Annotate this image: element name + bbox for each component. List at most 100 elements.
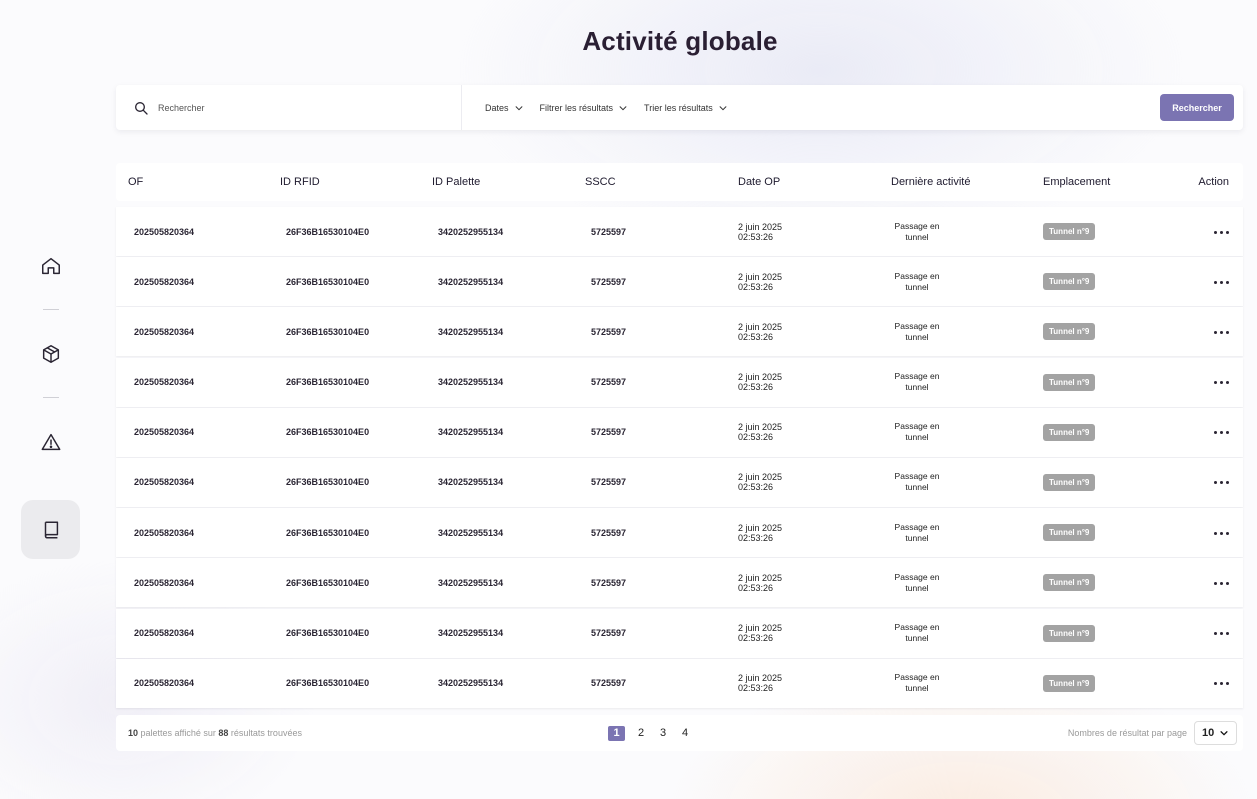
page-1[interactable]: 1	[608, 725, 625, 741]
cell-of: 202505820364	[134, 477, 195, 488]
cell-location: Tunnel n°9	[1031, 574, 1167, 592]
cell-activity: Passage en tunnel	[879, 572, 1031, 594]
column-header-activity[interactable]: Dernière activité	[879, 176, 1031, 188]
column-header-sscc[interactable]: SSCC	[573, 176, 726, 188]
cell-sscc: 5725597	[591, 678, 627, 689]
cell-sscc: 5725597	[591, 628, 627, 638]
nav-activity-log[interactable]	[21, 500, 80, 559]
more-options-icon[interactable]	[1214, 628, 1229, 639]
nav-separator	[42, 309, 59, 310]
cell-activity-line-2: tunnel	[905, 432, 929, 443]
nav-palettes[interactable]	[21, 324, 80, 383]
table-row[interactable]: 202505820364 26F36B16530104E0 342025295513…	[116, 407, 1243, 457]
search-toolbar: Dates Filtrer les résultats Trier les ré…	[116, 85, 1243, 130]
table-row[interactable]: 202505820364 26F36B16530104E0 342025295513…	[116, 307, 1243, 357]
pagination: 1 2 3 4	[608, 725, 691, 741]
warning-icon	[41, 433, 60, 450]
page-3[interactable]: 3	[657, 727, 669, 739]
chevron-down-icon	[1220, 731, 1228, 736]
table-row[interactable]: 202505820364 26F36B16530104E0 342025295513…	[116, 257, 1243, 307]
results-summary: 10 palettes affiché sur 88 résultats tro…	[116, 728, 596, 738]
cell-activity: Passage en tunnel	[879, 672, 1031, 694]
cell-date: 2 juin 2025 02:53:26	[726, 472, 879, 492]
per-page-select[interactable]: 10	[1194, 721, 1237, 745]
cell-date-time: 02:53:26	[738, 532, 774, 543]
column-header-of[interactable]: OF	[116, 176, 268, 188]
cell-activity-line-1: Passage en	[894, 672, 940, 683]
search-button[interactable]: Rechercher	[1160, 94, 1234, 121]
per-page-value: 10	[1202, 727, 1215, 739]
cell-palette: 3420252955134	[438, 527, 504, 538]
cell-action	[1167, 276, 1243, 288]
cell-activity: Passage en tunnel	[879, 321, 1031, 343]
cell-action	[1167, 476, 1243, 488]
cell-action	[1167, 226, 1243, 238]
location-badge: Tunnel n°9	[1043, 574, 1096, 592]
nav-home[interactable]	[21, 236, 80, 295]
page-4[interactable]: 4	[679, 727, 691, 739]
nav-alerts[interactable]	[21, 412, 80, 471]
cell-date: 2 juin 2025 02:53:26	[726, 623, 879, 643]
cell-date-day: 2 juin 2025	[738, 522, 783, 533]
column-header-date[interactable]: Date OP	[726, 176, 879, 188]
cell-activity-line-2: tunnel	[905, 331, 929, 342]
cell-activity-line-2: tunnel	[905, 281, 929, 292]
cell-palette: 3420252955134	[438, 377, 504, 388]
cell-date-time: 02:53:26	[738, 331, 774, 342]
more-options-icon[interactable]	[1214, 678, 1229, 689]
cell-of: 202505820364	[134, 276, 195, 287]
location-badge: Tunnel n°9	[1043, 273, 1096, 291]
cell-of: 202505820364	[134, 527, 195, 538]
cell-date-day: 2 juin 2025	[738, 221, 783, 232]
page-2[interactable]: 2	[635, 727, 647, 739]
column-header-rfid[interactable]: ID RFID	[268, 176, 420, 188]
table-row[interactable]: 202505820364 26F36B16530104E0 342025295513…	[116, 508, 1243, 558]
location-badge: Tunnel n°9	[1043, 674, 1096, 692]
table-row[interactable]: 202505820364 26F36B16530104E0 342025295513…	[116, 357, 1243, 407]
cell-action	[1167, 677, 1243, 689]
cell-rfid: 26F36B16530104E0	[286, 226, 370, 237]
more-options-icon[interactable]	[1214, 327, 1229, 338]
cell-date-time: 02:53:26	[738, 231, 774, 242]
cell-activity-line-2: tunnel	[905, 532, 929, 543]
more-options-icon[interactable]	[1214, 578, 1229, 589]
table-body: 202505820364 26F36B16530104E0 342025295513…	[116, 207, 1243, 709]
cell-activity-line-1: Passage en	[894, 622, 940, 632]
more-options-icon[interactable]	[1214, 277, 1229, 288]
more-options-icon[interactable]	[1214, 377, 1229, 388]
location-badge: Tunnel n°9	[1043, 323, 1096, 341]
cell-date-day: 2 juin 2025	[738, 572, 783, 583]
table-row[interactable]: 202505820364 26F36B16530104E0 342025295513…	[116, 558, 1243, 608]
search-input[interactable]	[158, 102, 438, 113]
cell-date: 2 juin 2025 02:53:26	[726, 372, 879, 392]
cell-action	[1167, 627, 1243, 639]
more-options-icon[interactable]	[1214, 227, 1229, 238]
table-row[interactable]: 202505820364 26F36B16530104E0 342025295513…	[116, 658, 1243, 708]
cell-of: 202505820364	[134, 577, 195, 588]
table-row[interactable]: 202505820364 26F36B16530104E0 342025295513…	[116, 608, 1243, 658]
cell-sscc: 5725597	[591, 527, 627, 538]
dates-filter[interactable]: Dates	[485, 103, 524, 113]
cell-date-day: 2 juin 2025	[738, 271, 783, 282]
table-row[interactable]: 202505820364 26F36B16530104E0 342025295513…	[116, 457, 1243, 507]
table-row[interactable]: 202505820364 26F36B16530104E0 342025295513…	[116, 207, 1243, 256]
cell-rfid: 26F36B16530104E0	[286, 477, 370, 488]
cell-location: Tunnel n°9	[1031, 473, 1167, 491]
cell-palette: 3420252955134	[438, 276, 504, 287]
more-options-icon[interactable]	[1214, 528, 1229, 539]
dates-filter-label: Dates	[485, 102, 509, 113]
cell-sscc: 5725597	[591, 377, 627, 388]
cell-activity-line-1: Passage en	[894, 220, 940, 231]
cell-activity-line-2: tunnel	[905, 683, 929, 694]
more-options-icon[interactable]	[1214, 427, 1229, 438]
sort-results-dropdown[interactable]: Trier les résultats	[644, 103, 728, 113]
cell-palette: 3420252955134	[438, 226, 504, 237]
column-header-location[interactable]: Emplacement	[1031, 176, 1167, 188]
cell-activity: Passage en tunnel	[879, 471, 1031, 493]
filter-results-dropdown[interactable]: Filtrer les résultats	[540, 103, 629, 113]
cell-date-time: 02:53:26	[738, 582, 774, 593]
total-text: résultats trouvées	[228, 728, 302, 738]
total-count: 88	[218, 728, 229, 738]
column-header-palette[interactable]: ID Palette	[420, 176, 573, 188]
more-options-icon[interactable]	[1214, 477, 1229, 488]
